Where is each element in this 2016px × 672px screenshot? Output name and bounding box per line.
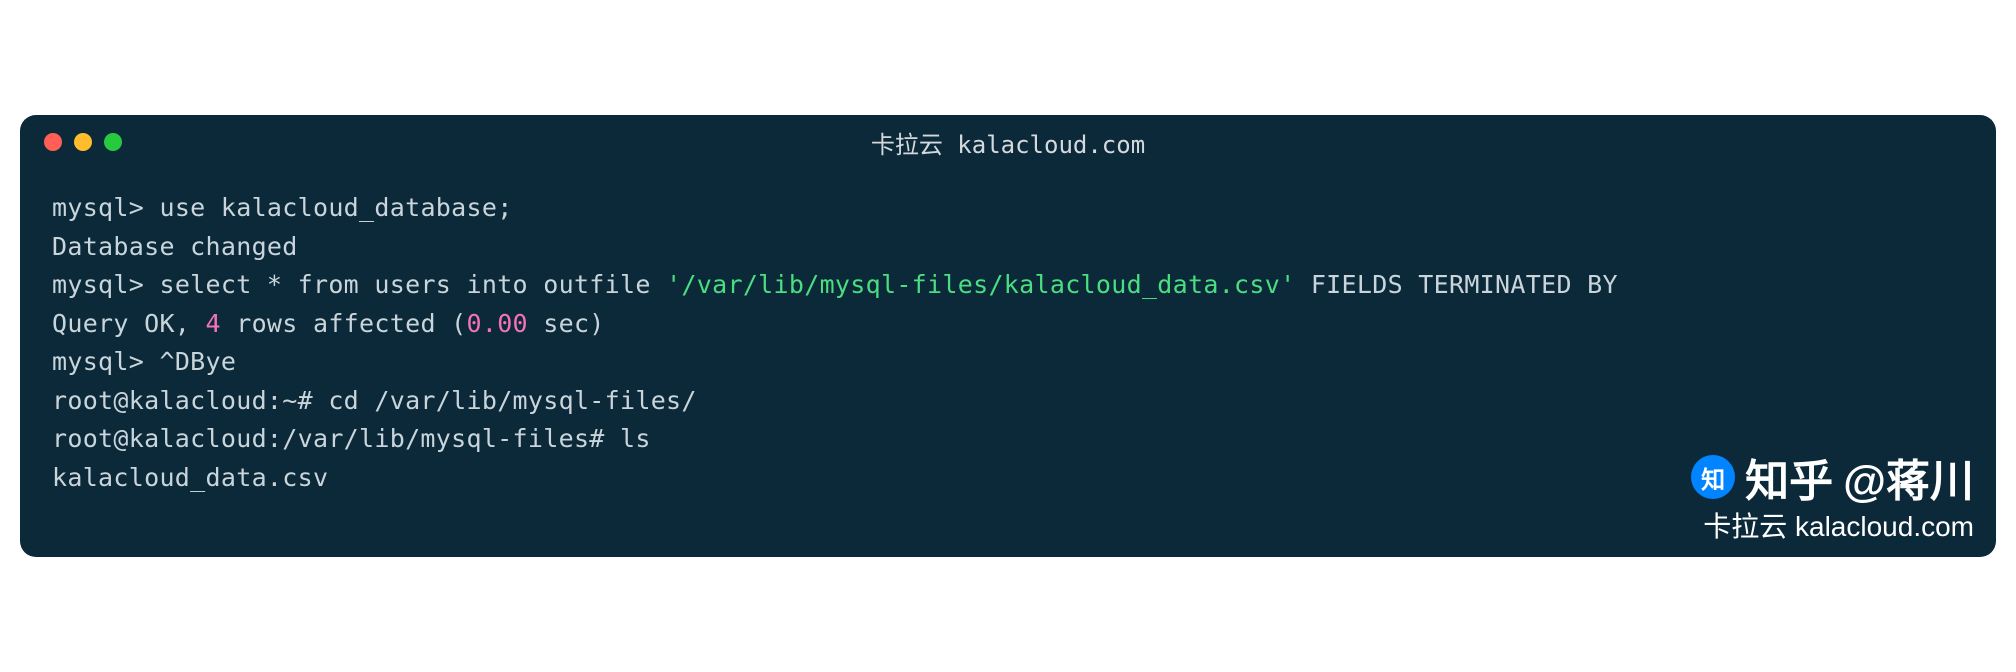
shell-prompt: root@kalacloud:~# xyxy=(52,386,328,415)
sql-command: FIELDS TERMINATED BY xyxy=(1295,270,1633,299)
string-literal: '/var/lib/mysql-files/kalacloud_data.csv… xyxy=(666,270,1295,299)
sql-command: select * from users into outfile xyxy=(159,270,666,299)
output-line: kalacloud_data.csv xyxy=(52,459,1964,498)
output-line: Query OK, xyxy=(52,309,206,338)
mysql-prompt: mysql> xyxy=(52,193,159,222)
author-name: @蒋川 xyxy=(1843,445,1974,509)
zhihu-label: 知乎 xyxy=(1745,445,1833,509)
sql-command: use kalacloud_database; xyxy=(159,193,512,222)
output-line: rows affected ( xyxy=(221,309,467,338)
zhihu-icon: 知 xyxy=(1691,455,1735,499)
number-value: 4 xyxy=(206,309,221,338)
output-line: Database changed xyxy=(52,228,1964,267)
number-value: 0.00 xyxy=(467,309,528,338)
shell-command: ls xyxy=(620,424,651,453)
watermark-author: 知 知乎 @蒋川 xyxy=(1691,445,1974,509)
window-title: 卡拉云 kalacloud.com xyxy=(871,125,1145,160)
terminal-text: ^DBye xyxy=(159,347,236,376)
traffic-lights xyxy=(44,133,122,151)
minimize-icon[interactable] xyxy=(74,133,92,151)
maximize-icon[interactable] xyxy=(104,133,122,151)
output-line: sec) xyxy=(528,309,605,338)
title-bar: 卡拉云 kalacloud.com xyxy=(20,115,1996,169)
close-icon[interactable] xyxy=(44,133,62,151)
mysql-prompt: mysql> xyxy=(52,347,159,376)
terminal-window: 卡拉云 kalacloud.com mysql> use kalacloud_d… xyxy=(20,115,1996,557)
shell-command: cd /var/lib/mysql-files/ xyxy=(328,386,696,415)
mysql-prompt: mysql> xyxy=(52,270,159,299)
watermark-brand: 卡拉云 kalacloud.com xyxy=(1703,505,1974,545)
watermark: 知 知乎 @蒋川 卡拉云 kalacloud.com xyxy=(1691,445,1974,545)
shell-prompt: root@kalacloud:/var/lib/mysql-files# xyxy=(52,424,620,453)
